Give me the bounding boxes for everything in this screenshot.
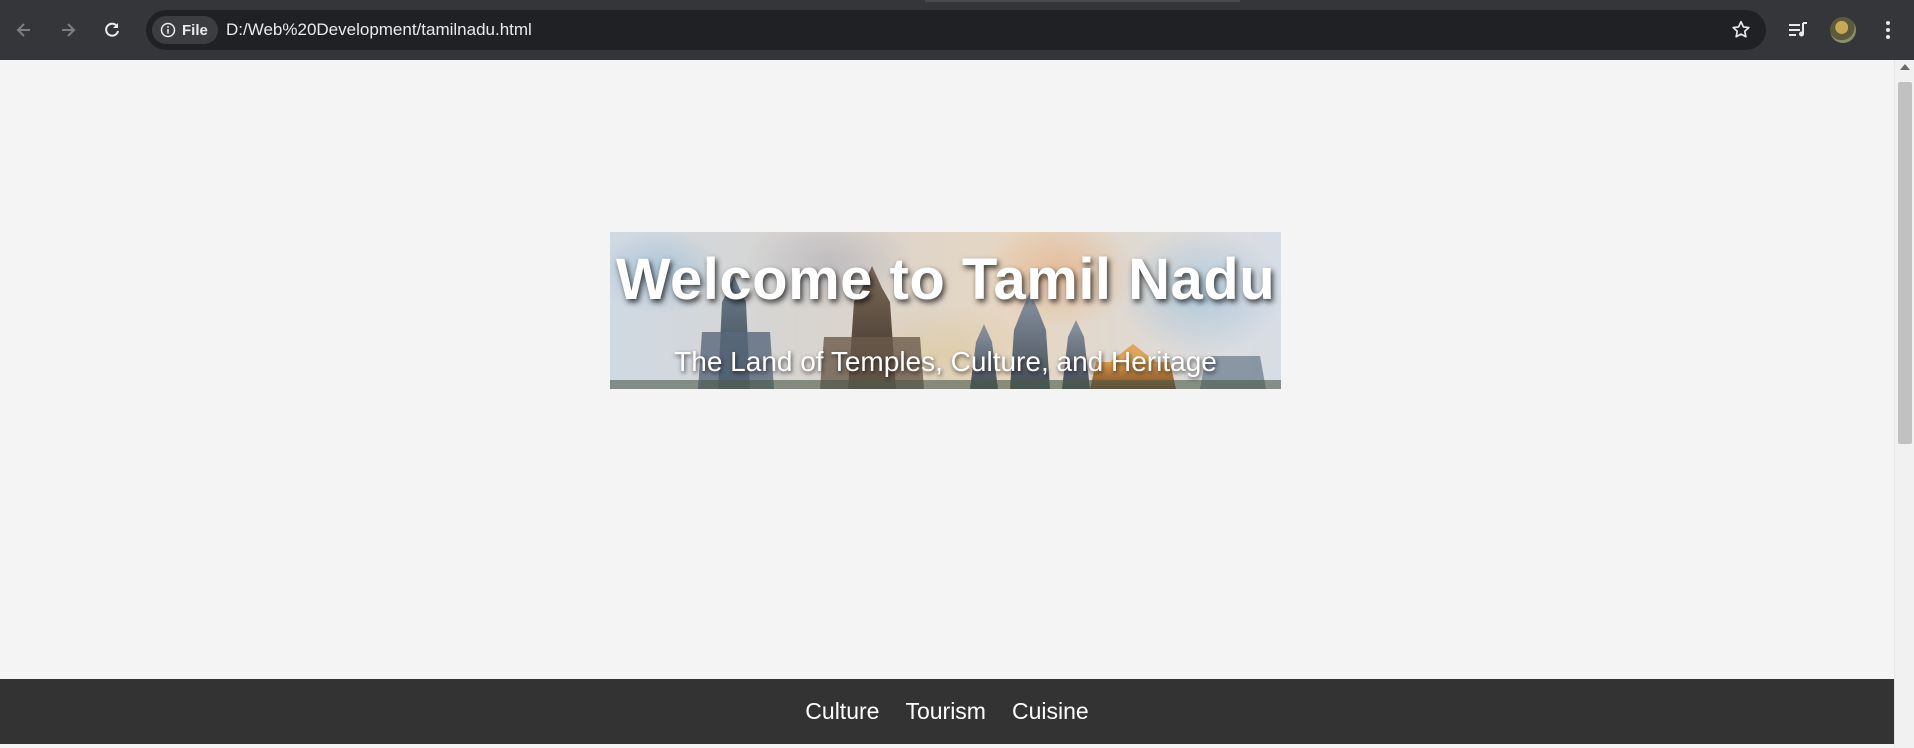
- arrow-right-icon: [62, 23, 76, 37]
- kebab-menu-icon: [1886, 21, 1890, 39]
- back-button[interactable]: [4, 10, 44, 50]
- reload-icon: [105, 22, 119, 37]
- footer-nav: Culture Tourism Cuisine: [0, 679, 1894, 744]
- nav-link-cuisine[interactable]: Cuisine: [1012, 698, 1089, 725]
- nav-link-culture[interactable]: Culture: [805, 698, 879, 725]
- reload-button[interactable]: [92, 10, 132, 50]
- media-controls-button[interactable]: [1780, 12, 1816, 48]
- profile-button[interactable]: [1825, 12, 1861, 48]
- hero-banner: Welcome to Tamil Nadu The Land of Temple…: [610, 232, 1281, 389]
- page-viewport: [0, 60, 1894, 748]
- url-text[interactable]: D:/Web%20Development/tamilnadu.html: [226, 10, 532, 50]
- browser-toolbar: File D:/Web%20Development/tamilnadu.html: [0, 0, 1914, 60]
- scroll-thumb[interactable]: [1898, 82, 1912, 444]
- tab-indicator: [925, 0, 1240, 2]
- hero-subtitle: The Land of Temples, Culture, and Herita…: [674, 346, 1217, 377]
- arrow-left-icon: [16, 23, 30, 37]
- bookmark-star-icon[interactable]: [1730, 19, 1752, 41]
- avatar: [1830, 17, 1856, 43]
- page-bottom-edge: [0, 744, 1914, 748]
- vertical-scrollbar[interactable]: [1894, 60, 1914, 748]
- browser-menu-button[interactable]: [1870, 12, 1906, 48]
- info-icon: [160, 22, 176, 38]
- site-info-label: File: [182, 21, 208, 39]
- hero-title: Welcome to Tamil Nadu: [615, 247, 1276, 312]
- scroll-up-arrow-icon[interactable]: [1900, 64, 1910, 70]
- address-bar[interactable]: File D:/Web%20Development/tamilnadu.html: [146, 10, 1766, 50]
- forward-button[interactable]: [48, 10, 88, 50]
- playlist-icon: [1789, 22, 1807, 37]
- site-info-chip[interactable]: File: [152, 16, 218, 44]
- nav-link-tourism[interactable]: Tourism: [905, 698, 986, 725]
